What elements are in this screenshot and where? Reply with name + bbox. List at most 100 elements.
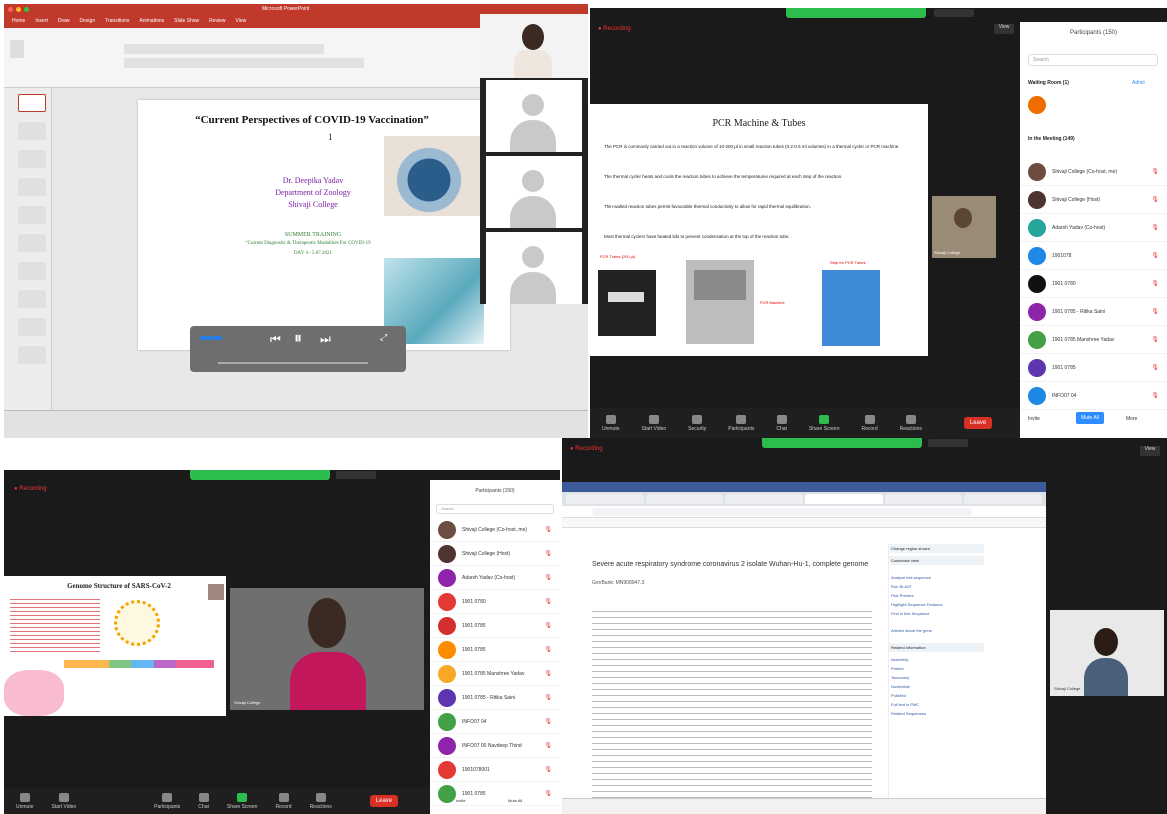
slide-thumb-8[interactable]: [18, 290, 46, 308]
view-options[interactable]: [336, 471, 376, 479]
tab-transitions[interactable]: Transitions: [105, 18, 129, 24]
start-video-button[interactable]: Start Video: [52, 792, 76, 810]
slide-thumb-2[interactable]: [18, 122, 46, 140]
leave-button[interactable]: Leave: [963, 417, 993, 429]
participants-button[interactable]: Participants: [154, 792, 180, 810]
participant-row[interactable]: Shivaji College (Co-host, me) 🎙: [1020, 158, 1167, 186]
share-screen-button[interactable]: Share Screen: [227, 792, 257, 810]
tab-review[interactable]: Review: [209, 18, 225, 24]
start-video-button[interactable]: Start Video: [642, 414, 666, 432]
invite-button[interactable]: Invite: [456, 798, 466, 803]
sidebar-link[interactable]: Full text in PMC: [889, 700, 984, 709]
sidebar-link[interactable]: Find in this Sequence: [889, 609, 984, 618]
unmute-button[interactable]: Unmute: [16, 792, 34, 810]
tab-draw[interactable]: Draw: [58, 18, 70, 24]
tab-animations[interactable]: Animations: [139, 18, 164, 24]
maximize-dot-icon[interactable]: [24, 6, 29, 12]
view-options[interactable]: [934, 9, 974, 17]
record-button[interactable]: Record: [275, 792, 292, 810]
view-button[interactable]: View: [1140, 446, 1160, 456]
participant-row[interactable]: 1901078 🎙: [1020, 242, 1167, 270]
participant-row[interactable]: INFO07 00 Navdeep Thind 🎙: [430, 734, 560, 758]
unmute-button[interactable]: Unmute: [602, 414, 620, 432]
share-screen-button[interactable]: Share Screen: [809, 414, 840, 432]
invite-button[interactable]: Invite: [1028, 416, 1040, 422]
participant-row[interactable]: Adarsh Yadav (Co-host) 🎙: [430, 566, 560, 590]
sidebar-link[interactable]: Customize view: [889, 556, 984, 565]
sidebar-link[interactable]: Pick Primers: [889, 591, 984, 600]
participant-row[interactable]: 1901 0785 🎙: [1020, 354, 1167, 382]
security-button[interactable]: Security: [688, 414, 706, 432]
participant-row[interactable]: 1901 0785 - Ritika Saini 🎙: [1020, 298, 1167, 326]
sidebar-link[interactable]: Run BLAST: [889, 582, 984, 591]
browser-tab[interactable]: [964, 494, 1043, 504]
reactions-button[interactable]: Reactions: [310, 792, 332, 810]
browser-tab[interactable]: [566, 494, 644, 504]
participant-row[interactable]: 1901 0785 - Ritika Saini 🎙: [430, 686, 560, 710]
record-button[interactable]: Record: [862, 414, 878, 432]
format-controls[interactable]: [124, 58, 364, 68]
volume-bar[interactable]: [200, 336, 222, 340]
participant-row[interactable]: 1901 0780 🎙: [430, 590, 560, 614]
participant-row[interactable]: 1901 0785 🎙: [430, 782, 560, 806]
admit-all-button[interactable]: Admit: [1132, 80, 1145, 86]
participant-row[interactable]: 1901 0785 🎙: [430, 614, 560, 638]
participant-row[interactable]: 1901 0780 🎙: [1020, 270, 1167, 298]
sidebar-link[interactable]: Related Sequences: [889, 709, 984, 718]
sidebar-link[interactable]: PubMed: [889, 691, 984, 700]
paste-icon[interactable]: [10, 40, 24, 58]
fast-forward-icon[interactable]: ⏭: [320, 332, 331, 347]
slide-thumb-5[interactable]: [18, 206, 46, 224]
more-button[interactable]: More: [1126, 416, 1137, 422]
sidebar-link[interactable]: Nucleotide: [889, 682, 984, 691]
browser-tab-active[interactable]: [805, 494, 883, 504]
progress-track[interactable]: [218, 362, 368, 364]
rewind-icon[interactable]: ⏮: [270, 332, 281, 347]
slide-thumb-7[interactable]: [18, 262, 46, 280]
slide-thumb-3[interactable]: [18, 150, 46, 168]
pause-icon[interactable]: ⏸: [294, 330, 302, 348]
participant-row[interactable]: Shivaji College (Host) 🎙: [1020, 186, 1167, 214]
sidebar-link[interactable]: Taxonomy: [889, 673, 984, 682]
participant-row[interactable]: Adarsh Yadav (Co-host) 🎙: [1020, 214, 1167, 242]
sidebar-link[interactable]: Articles about the gene: [889, 626, 984, 635]
close-dot-icon[interactable]: [8, 6, 13, 12]
participant-row[interactable]: INFO07 04 🎙: [1020, 382, 1167, 410]
participants-button[interactable]: Participants: [728, 414, 754, 432]
url-input[interactable]: [592, 508, 972, 516]
participant-row[interactable]: 1901 0785 🎙: [430, 638, 560, 662]
participant-row[interactable]: 1901 0785 Manshree Yadav 🎙: [430, 662, 560, 686]
slide-thumb-6[interactable]: [18, 234, 46, 252]
slide-thumb-1[interactable]: [18, 94, 46, 112]
participant-search-input[interactable]: Search: [436, 504, 554, 514]
browser-tab[interactable]: [725, 494, 804, 504]
view-options[interactable]: [928, 439, 968, 447]
sidebar-link[interactable]: Highlight Sequence Features: [889, 600, 984, 609]
minimize-dot-icon[interactable]: [16, 6, 21, 12]
chat-button[interactable]: Chat: [776, 414, 787, 432]
sidebar-link[interactable]: Analyze this sequence: [889, 573, 984, 582]
tab-view[interactable]: View: [236, 18, 247, 24]
font-controls[interactable]: [124, 44, 324, 54]
participant-row[interactable]: INFO07 04 🎙: [430, 710, 560, 734]
mute-all-button[interactable]: Mute All: [508, 798, 522, 803]
browser-tab[interactable]: [645, 494, 724, 504]
participant-row[interactable]: Shivaji College (Co-host, me) 🎙: [430, 518, 560, 542]
leave-button[interactable]: Leave: [369, 795, 399, 807]
view-button[interactable]: View: [994, 24, 1014, 34]
sidebar-link[interactable]: Protein: [889, 664, 984, 673]
participant-row[interactable]: 1901078001 🎙: [430, 758, 560, 782]
fullscreen-icon[interactable]: ⤢: [380, 332, 387, 343]
mute-all-button[interactable]: Mute All: [1076, 412, 1104, 424]
participant-row[interactable]: 1901 0785 Manshree Yadav 🎙: [1020, 326, 1167, 354]
tab-design[interactable]: Design: [80, 18, 96, 24]
sidebar-link[interactable]: Related information: [889, 643, 984, 652]
tab-insert[interactable]: Insert: [35, 18, 48, 24]
slide-thumb-4[interactable]: [18, 178, 46, 196]
slide-thumb-9[interactable]: [18, 318, 46, 336]
sidebar-link[interactable]: Assembly: [889, 655, 984, 664]
slide-thumb-10[interactable]: [18, 346, 46, 364]
tab-home[interactable]: Home: [12, 18, 25, 24]
sidebar-link[interactable]: Change region shown: [889, 544, 984, 553]
chat-button[interactable]: Chat: [198, 792, 209, 810]
